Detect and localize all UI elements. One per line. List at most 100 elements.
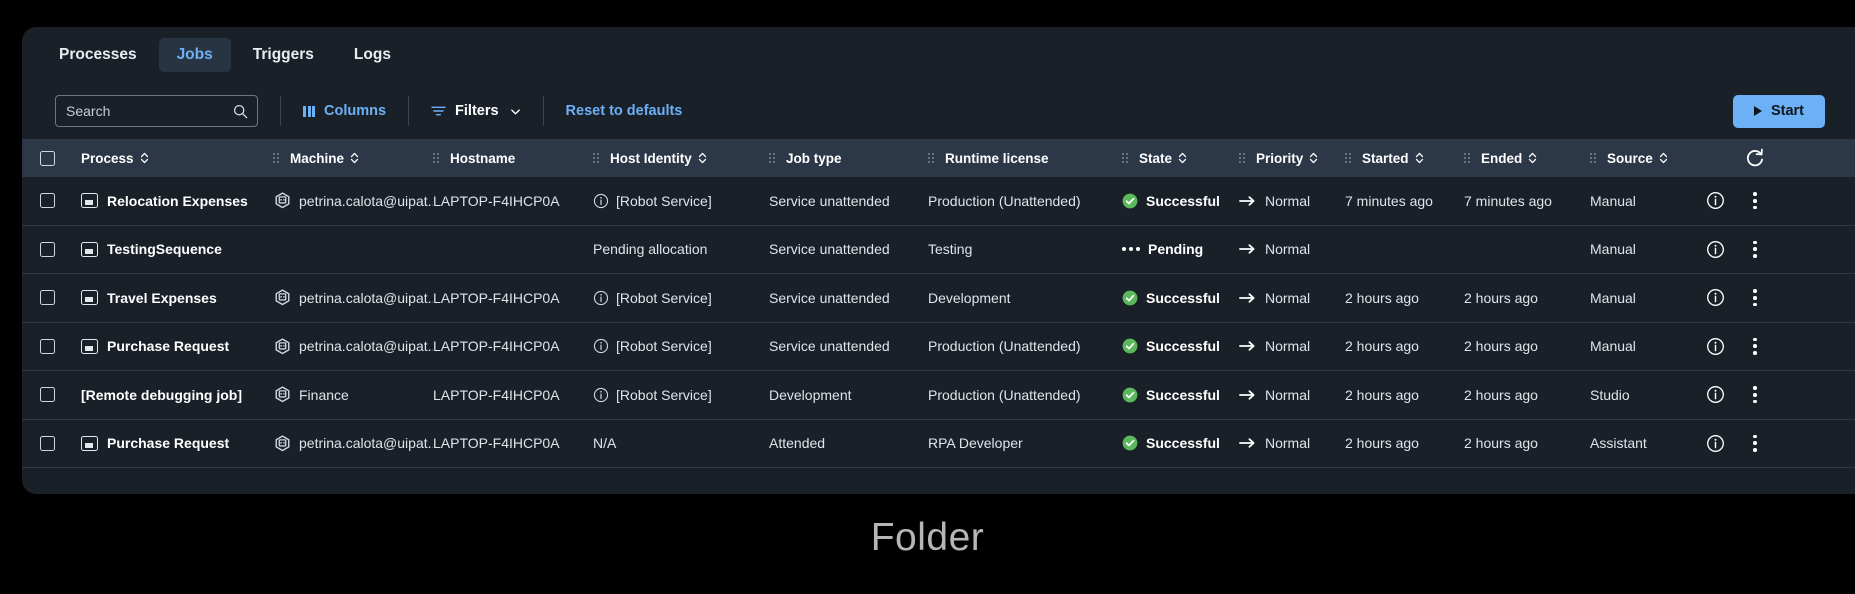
chevron-down-icon: [510, 108, 520, 114]
host-identity-text: [Robot Service]: [616, 289, 712, 306]
cell-hostname: LAPTOP-F4IHCP0A: [433, 289, 560, 306]
column-drag-handle[interactable]: [1122, 153, 1128, 163]
priority-normal-arrow-icon: [1239, 341, 1255, 351]
column-drag-handle[interactable]: [1239, 153, 1245, 163]
info-icon[interactable]: [1706, 434, 1725, 453]
column-header-label: Process: [81, 150, 134, 166]
row-checkbox[interactable]: [40, 435, 55, 451]
priority-text: Normal: [1265, 386, 1311, 403]
cell-host-identity: Pending allocation: [593, 241, 769, 257]
table-row[interactable]: Relocation Expenses petrina.calota@uipat.…: [22, 177, 1855, 226]
cell-runtime-license: Production (Unattended): [928, 386, 1081, 403]
info-icon[interactable]: [1706, 288, 1725, 307]
row-menu-button[interactable]: [1735, 289, 1775, 307]
sort-arrows-icon[interactable]: [140, 152, 149, 164]
row-checkbox[interactable]: [40, 193, 55, 209]
column-header-hostname[interactable]: Hostname: [433, 151, 593, 166]
cell-runtime-license: Production (Unattended): [928, 192, 1081, 209]
info-icon[interactable]: [1706, 191, 1725, 210]
info-icon[interactable]: [1706, 240, 1725, 259]
row-info-button[interactable]: [1695, 337, 1735, 356]
row-info-button[interactable]: [1695, 288, 1735, 307]
more-vertical-icon: [1753, 289, 1757, 307]
sort-arrows-icon[interactable]: [350, 152, 359, 164]
sort-arrows-icon[interactable]: [1309, 152, 1318, 164]
row-info-button[interactable]: [1695, 240, 1735, 259]
row-menu-button[interactable]: [1735, 386, 1775, 404]
row-menu-button[interactable]: [1735, 240, 1775, 258]
row-checkbox[interactable]: [40, 241, 55, 257]
column-header-job-type[interactable]: Job type: [769, 151, 928, 166]
columns-icon: [303, 105, 315, 117]
column-header-priority[interactable]: Priority: [1239, 151, 1345, 166]
sort-arrows-icon[interactable]: [1528, 152, 1537, 164]
column-header-runtime-license[interactable]: Runtime license: [928, 151, 1122, 166]
search-input[interactable]: [56, 96, 257, 126]
table-row[interactable]: Purchase Request petrina.calota@uipat... L…: [22, 323, 1855, 371]
reset-to-defaults-button[interactable]: Reset to defaults: [566, 103, 683, 119]
host-identity-text: Pending allocation: [593, 241, 708, 258]
refresh-button[interactable]: [1735, 148, 1775, 168]
cell-machine: petrina.calota@uipat...: [273, 191, 433, 210]
sort-arrows-icon[interactable]: [1659, 152, 1668, 164]
column-drag-handle[interactable]: [1345, 153, 1351, 163]
tab-processes[interactable]: Processes: [41, 38, 155, 72]
host-identity-text: [Robot Service]: [616, 192, 712, 209]
refresh-icon[interactable]: [1745, 148, 1765, 168]
cell-process: TestingSequence: [73, 241, 273, 257]
column-header-started[interactable]: Started: [1345, 151, 1464, 166]
info-icon[interactable]: [1706, 337, 1725, 356]
table-row[interactable]: TestingSequence Pending allocation Service…: [22, 226, 1855, 274]
column-drag-handle[interactable]: [928, 153, 934, 163]
tab-logs[interactable]: Logs: [336, 38, 409, 72]
column-header-ended[interactable]: Ended: [1464, 151, 1590, 166]
tab-jobs[interactable]: Jobs: [158, 38, 231, 72]
column-header-process[interactable]: Process: [73, 151, 273, 166]
info-icon[interactable]: [1706, 385, 1725, 404]
row-checkbox[interactable]: [40, 290, 55, 306]
column-header-label: State: [1139, 150, 1173, 166]
sort-arrows-icon[interactable]: [1415, 152, 1424, 164]
sort-arrows-icon[interactable]: [698, 152, 707, 164]
cell-state: Successful: [1122, 435, 1239, 451]
cell-state: Pending: [1122, 241, 1239, 257]
status-badge: Pending: [1148, 241, 1204, 258]
select-all-checkbox[interactable]: [40, 150, 55, 166]
sort-arrows-icon[interactable]: [1178, 152, 1187, 164]
column-header-label: Machine: [290, 150, 345, 166]
row-info-button[interactable]: [1695, 434, 1735, 453]
column-drag-handle[interactable]: [433, 153, 439, 163]
column-header-host-identity[interactable]: Host Identity: [593, 151, 769, 166]
filters-button[interactable]: Filters: [431, 103, 521, 119]
tab-triggers[interactable]: Triggers: [235, 38, 332, 72]
column-header-machine[interactable]: Machine: [273, 151, 433, 166]
row-checkbox[interactable]: [40, 387, 55, 403]
table-row[interactable]: [Remote debugging job] Finance LAPTOP-F4IH…: [22, 371, 1855, 420]
column-drag-handle[interactable]: [593, 153, 599, 163]
row-checkbox[interactable]: [40, 338, 55, 354]
column-header-source[interactable]: Source: [1590, 151, 1695, 166]
table-row[interactable]: Purchase Request petrina.calota@uipat... L…: [22, 420, 1855, 468]
column-header-label: Ended: [1481, 150, 1523, 166]
machine-name: Finance: [299, 386, 349, 403]
row-menu-button[interactable]: [1735, 434, 1775, 452]
column-header-state[interactable]: State: [1122, 151, 1239, 166]
row-menu-button[interactable]: [1735, 337, 1775, 355]
row-info-button[interactable]: [1695, 385, 1735, 404]
priority-text: Normal: [1265, 289, 1311, 306]
column-drag-handle[interactable]: [273, 153, 279, 163]
more-vertical-icon: [1753, 386, 1757, 404]
priority-text: Normal: [1265, 338, 1311, 355]
table-row[interactable]: Travel Expenses petrina.calota@uipat... LA…: [22, 274, 1855, 323]
column-drag-handle[interactable]: [769, 153, 775, 163]
columns-button[interactable]: Columns: [303, 103, 386, 119]
search-box[interactable]: [55, 95, 258, 127]
filters-label: Filters: [455, 103, 499, 119]
column-drag-handle[interactable]: [1464, 153, 1470, 163]
column-drag-handle[interactable]: [1590, 153, 1596, 163]
row-info-button[interactable]: [1695, 191, 1735, 210]
info-icon: [593, 387, 609, 402]
start-button[interactable]: Start: [1733, 94, 1825, 128]
info-icon: [593, 290, 609, 305]
row-menu-button[interactable]: [1735, 192, 1775, 210]
